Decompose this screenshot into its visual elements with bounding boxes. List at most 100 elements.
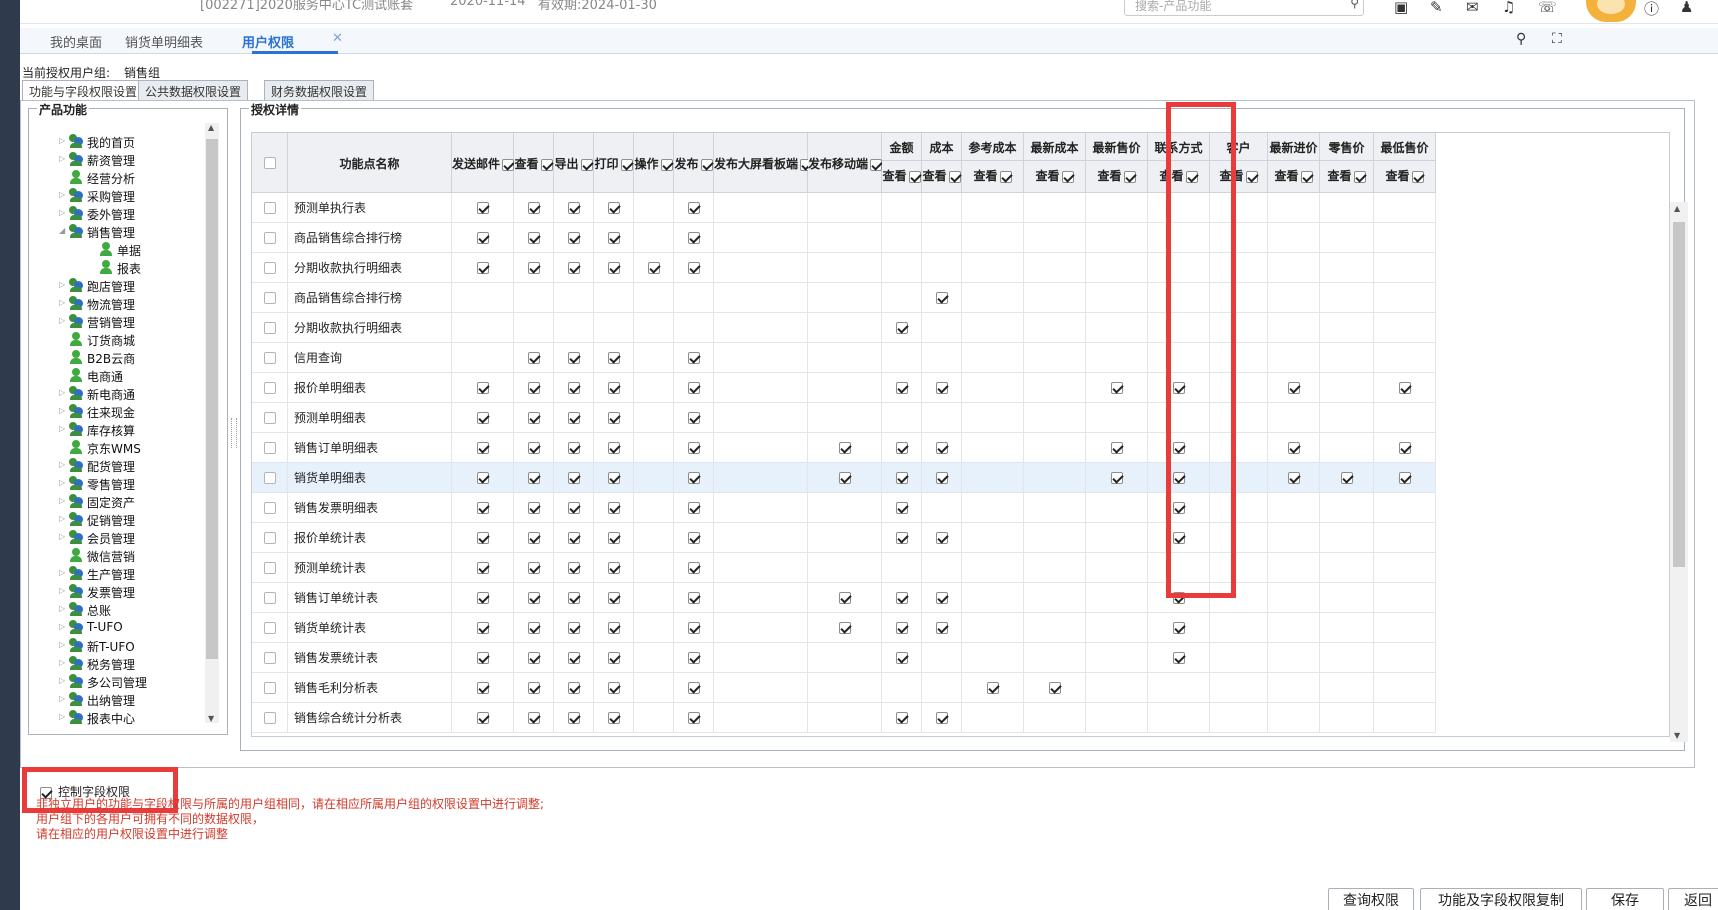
permission-checkbox[interactable] <box>567 682 580 694</box>
table-row[interactable]: 商品销售综合排行榜 <box>252 223 1436 253</box>
expand-arrow-icon[interactable]: ▷ <box>59 424 65 433</box>
field-view-all-checkbox[interactable] <box>948 170 961 183</box>
expand-arrow-icon[interactable]: ▷ <box>59 712 65 721</box>
expand-arrow-icon[interactable]: ▷ <box>59 478 65 487</box>
permission-cell[interactable] <box>1320 283 1374 313</box>
subtab-public-data[interactable]: 公共数据权限设置 <box>138 80 249 100</box>
permission-cell[interactable] <box>514 223 554 253</box>
row-select-checkbox[interactable] <box>263 472 276 484</box>
phone-icon[interactable]: ☏ <box>1538 0 1557 16</box>
permission-checkbox[interactable] <box>607 532 620 544</box>
permission-cell[interactable] <box>452 493 514 523</box>
permission-cell[interactable] <box>882 373 922 403</box>
permission-cell[interactable] <box>1024 523 1086 553</box>
permission-cell[interactable] <box>962 373 1024 403</box>
permission-cell[interactable] <box>634 193 674 223</box>
permission-cell[interactable] <box>452 643 514 673</box>
row-select-checkbox[interactable] <box>263 412 276 424</box>
permission-cell[interactable] <box>1024 463 1086 493</box>
permission-cell[interactable] <box>452 673 514 703</box>
collapse-arrow-icon[interactable]: ◢ <box>59 226 65 235</box>
permission-cell[interactable] <box>962 643 1024 673</box>
select-all-checkbox[interactable] <box>264 157 276 169</box>
back-button[interactable]: 返回 <box>1668 888 1718 910</box>
permission-cell[interactable] <box>922 373 962 403</box>
permission-cell[interactable] <box>808 493 882 523</box>
permission-cell[interactable] <box>882 583 922 613</box>
permission-cell[interactable] <box>594 673 634 703</box>
permission-cell[interactable] <box>594 523 634 553</box>
copy-permission-button[interactable]: 功能及字段权限复制 <box>1420 888 1582 910</box>
permission-cell[interactable] <box>714 283 808 313</box>
scroll-up-icon[interactable]: ▲ <box>208 123 214 132</box>
permission-cell[interactable] <box>808 463 882 493</box>
table-row[interactable]: 分期收款执行明细表 <box>252 313 1436 343</box>
permission-checkbox[interactable] <box>476 202 489 214</box>
permission-checkbox[interactable] <box>895 472 908 484</box>
permission-checkbox[interactable] <box>687 622 700 634</box>
permission-cell[interactable] <box>674 373 714 403</box>
permission-cell[interactable] <box>554 523 594 553</box>
permission-checkbox[interactable] <box>476 652 489 664</box>
permission-cell[interactable] <box>674 553 714 583</box>
field-view-all-checkbox[interactable] <box>1353 170 1366 183</box>
permission-cell[interactable] <box>882 613 922 643</box>
permission-cell[interactable] <box>634 433 674 463</box>
permission-cell[interactable] <box>922 703 962 733</box>
permission-cell[interactable] <box>634 313 674 343</box>
permission-checkbox[interactable] <box>567 712 580 724</box>
permission-cell[interactable] <box>922 583 962 613</box>
permission-checkbox[interactable] <box>687 352 700 364</box>
permission-cell[interactable] <box>594 373 634 403</box>
field-view-all-checkbox[interactable] <box>908 170 921 183</box>
avatar[interactable] <box>1586 0 1636 22</box>
permission-cell[interactable] <box>962 463 1024 493</box>
permission-cell[interactable] <box>674 253 714 283</box>
permission-cell[interactable] <box>1374 463 1436 493</box>
permission-checkbox[interactable] <box>607 202 620 214</box>
permission-cell[interactable] <box>1210 703 1268 733</box>
permission-cell[interactable] <box>1210 673 1268 703</box>
permission-checkbox[interactable] <box>527 532 540 544</box>
permission-cell[interactable] <box>1374 553 1436 583</box>
permission-cell[interactable] <box>674 283 714 313</box>
permission-checkbox[interactable] <box>838 592 851 604</box>
permission-cell[interactable] <box>714 643 808 673</box>
permission-cell[interactable] <box>514 553 554 583</box>
permission-cell[interactable] <box>452 193 514 223</box>
permission-cell[interactable] <box>1374 343 1436 373</box>
permission-cell[interactable] <box>514 373 554 403</box>
expand-arrow-icon[interactable]: ▷ <box>59 208 65 217</box>
permission-checkbox[interactable] <box>1398 472 1411 484</box>
column-all-checkbox[interactable] <box>870 158 883 171</box>
permission-checkbox[interactable] <box>607 352 620 364</box>
permission-checkbox[interactable] <box>567 232 580 244</box>
permission-checkbox[interactable] <box>895 322 908 334</box>
permission-cell[interactable] <box>962 313 1024 343</box>
permission-cell[interactable] <box>1268 463 1320 493</box>
expand-arrow-icon[interactable]: ▷ <box>59 532 65 541</box>
permission-cell[interactable] <box>1086 373 1148 403</box>
permission-cell[interactable] <box>674 673 714 703</box>
permission-cell[interactable] <box>714 493 808 523</box>
row-select-checkbox[interactable] <box>263 322 276 334</box>
permission-cell[interactable] <box>882 313 922 343</box>
row-select-checkbox[interactable] <box>263 232 276 244</box>
permission-cell[interactable] <box>1268 433 1320 463</box>
permission-cell[interactable] <box>882 343 922 373</box>
permission-checkbox[interactable] <box>986 682 999 694</box>
permission-cell[interactable] <box>1086 493 1148 523</box>
permission-cell[interactable] <box>554 463 594 493</box>
permission-cell[interactable] <box>594 613 634 643</box>
permission-cell[interactable] <box>714 313 808 343</box>
permission-cell[interactable] <box>674 193 714 223</box>
permission-cell[interactable] <box>1024 373 1086 403</box>
tree-scrollbar[interactable]: ▲ ▼ <box>205 123 219 723</box>
table-row[interactable]: 销售综合统计分析表 <box>252 703 1436 733</box>
permission-checkbox[interactable] <box>1048 682 1061 694</box>
table-row[interactable]: 预测单明细表 <box>252 403 1436 433</box>
permission-cell[interactable] <box>1148 613 1210 643</box>
permission-cell[interactable] <box>808 703 882 733</box>
permission-checkbox[interactable] <box>838 442 851 454</box>
column-all-checkbox[interactable] <box>502 158 515 171</box>
